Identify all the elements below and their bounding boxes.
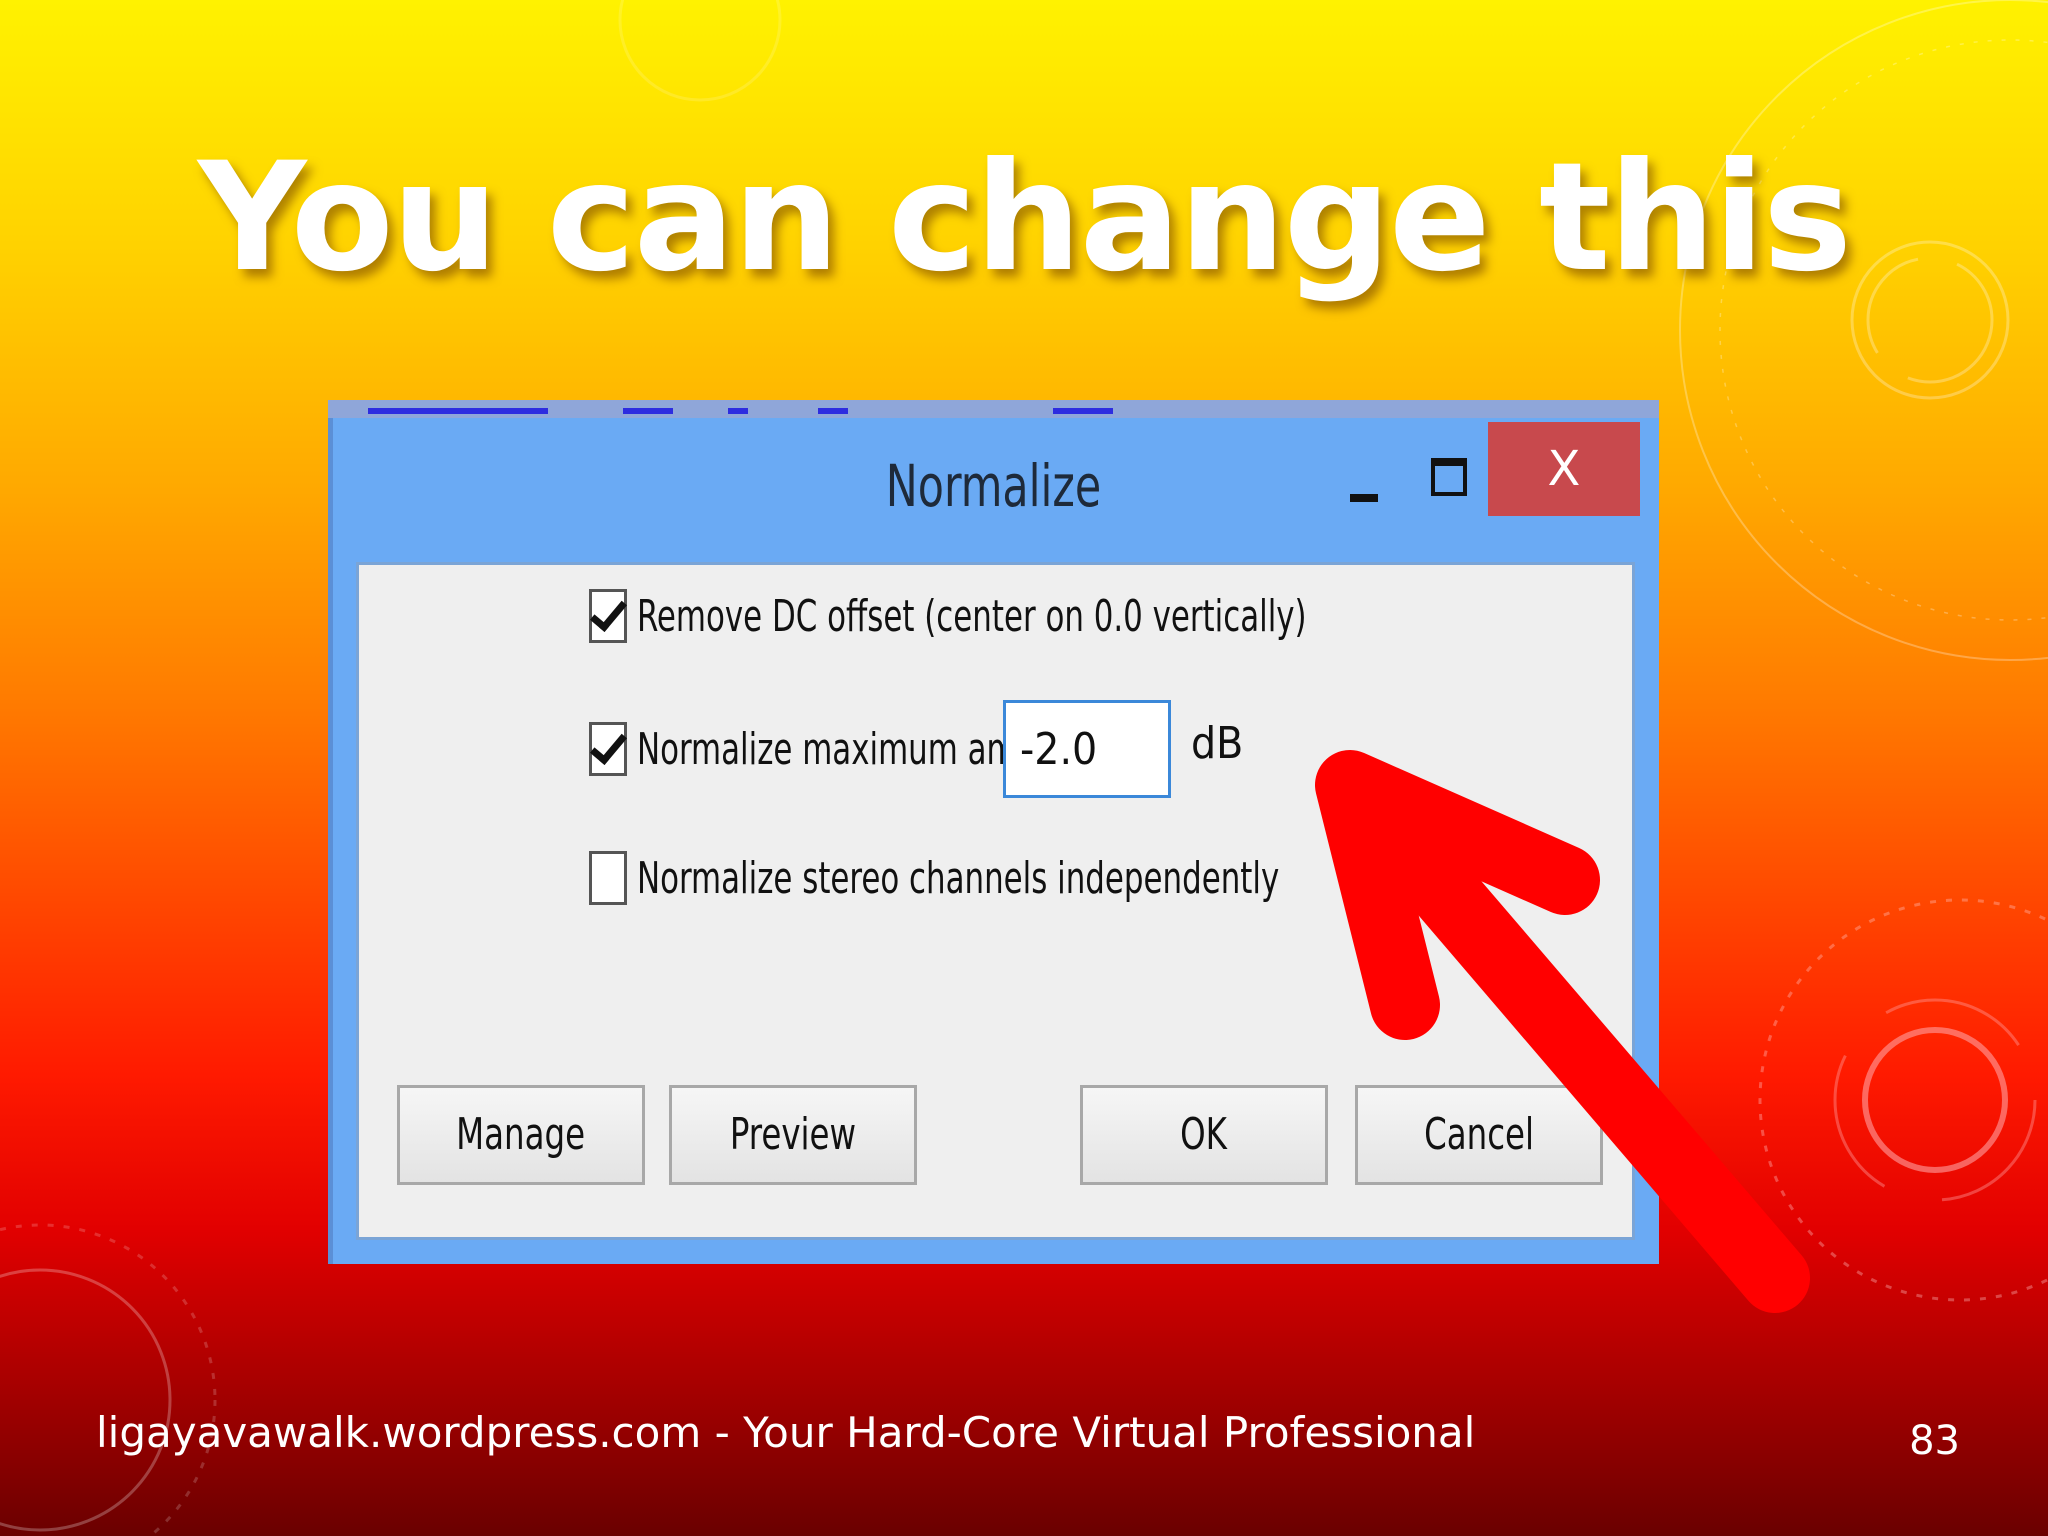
page-number: 83 — [1909, 1418, 1960, 1464]
slide-title: You can change this — [197, 131, 1852, 305]
dialog-client-area: Remove DC offset (center on 0.0 vertical… — [356, 562, 1635, 1240]
cancel-button[interactable]: Cancel — [1355, 1085, 1603, 1185]
normalize-amplitude-checkbox[interactable] — [589, 722, 627, 776]
preview-button[interactable]: Preview — [669, 1085, 917, 1185]
db-unit-label: dB — [1191, 718, 1244, 769]
footer-text: ligayavawalk.wordpress.com - Your Hard-C… — [96, 1408, 1476, 1457]
manage-button[interactable]: Manage — [397, 1085, 645, 1185]
remove-dc-checkbox[interactable] — [589, 589, 627, 643]
close-button[interactable]: X — [1488, 422, 1640, 516]
maximize-button[interactable] — [1423, 452, 1483, 512]
amplitude-value-input[interactable] — [1003, 700, 1171, 798]
stereo-independent-checkbox[interactable] — [589, 851, 627, 905]
remove-dc-label: Remove DC offset (center on 0.0 vertical… — [637, 590, 1307, 642]
minimize-button[interactable] — [1338, 472, 1398, 518]
stereo-independent-row: Normalize stereo channels independently — [589, 851, 1460, 905]
stereo-independent-label: Normalize stereo channels independently — [637, 852, 1280, 904]
background-app-strip — [328, 400, 1659, 418]
ok-button[interactable]: OK — [1080, 1085, 1328, 1185]
close-icon: X — [1547, 441, 1581, 497]
remove-dc-row: Remove DC offset (center on 0.0 vertical… — [589, 589, 1495, 643]
normalize-dialog-screenshot: Normalize X Remove DC offset (center on … — [328, 400, 1659, 1264]
